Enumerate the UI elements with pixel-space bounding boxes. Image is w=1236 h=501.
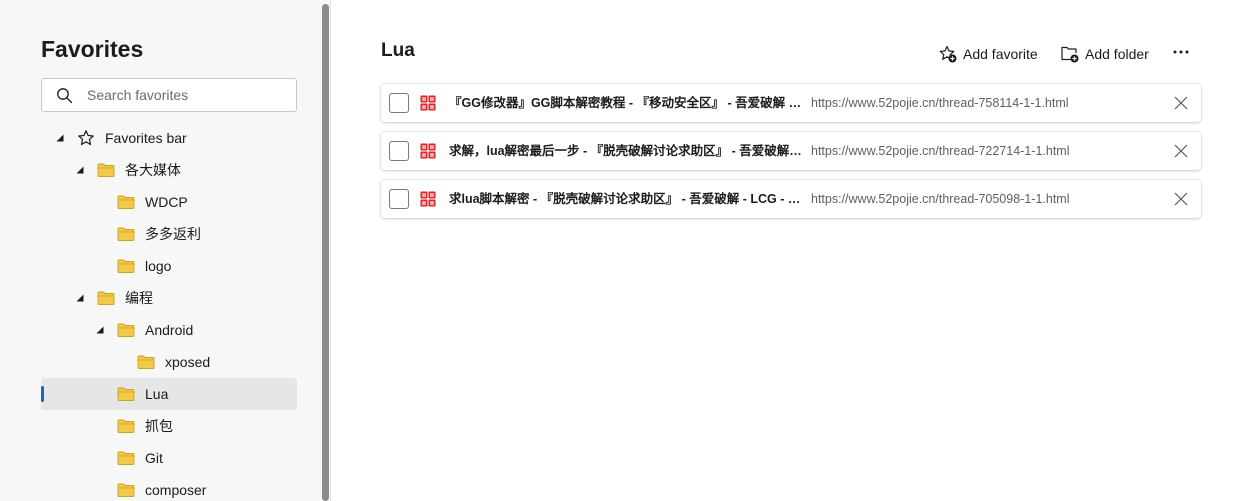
favorites-app: Favorites Favorites bar 各大媒体 WDCP 多多返利 logo 编…	[0, 0, 1236, 501]
tree-item[interactable]: WDCP	[41, 186, 297, 218]
tree-item-label: composer	[145, 482, 207, 498]
folder-icon	[117, 387, 135, 401]
add-folder-button[interactable]: Add folder	[1060, 42, 1149, 66]
favorite-title[interactable]: 『GG修改器』GG脚本解密教程 - 『移动安全区』 - 吾爱破解 - LC...	[449, 96, 804, 110]
site-favicon-icon	[420, 95, 436, 111]
tree-item-label: 抓包	[145, 418, 173, 434]
tree-item-label: xposed	[165, 354, 211, 370]
tree-item[interactable]: composer	[41, 474, 297, 501]
favorite-title[interactable]: 求解，lua解密最后一步 - 『脱壳破解讨论求助区』 - 吾爱破解 - L...	[449, 144, 804, 158]
tree-item[interactable]: 编程	[41, 282, 297, 314]
expanded-chevron-icon[interactable]	[95, 325, 105, 335]
folder-icon	[97, 291, 115, 305]
folder-title: Lua	[381, 40, 415, 61]
favorite-item[interactable]: 『GG修改器』GG脚本解密教程 - 『移动安全区』 - 吾爱破解 - LC...…	[381, 84, 1201, 122]
expanded-chevron-icon[interactable]	[75, 293, 85, 303]
tree-item[interactable]: Lua	[41, 378, 297, 410]
select-checkbox[interactable]	[389, 189, 409, 209]
tree-item[interactable]: Favorites bar	[41, 122, 297, 154]
site-favicon-icon	[420, 191, 436, 207]
tree-item[interactable]: xposed	[41, 346, 297, 378]
favorites-list: 『GG修改器』GG脚本解密教程 - 『移动安全区』 - 吾爱破解 - LC...…	[381, 84, 1201, 228]
close-icon[interactable]	[1174, 192, 1188, 206]
tree-item-label: Lua	[145, 386, 169, 402]
expanded-chevron-icon[interactable]	[75, 165, 85, 175]
folder-icon	[117, 451, 135, 465]
favorite-title[interactable]: 求lua脚本解密 - 『脱壳破解讨论求助区』 - 吾爱破解 - LCG - LS…	[449, 192, 804, 206]
favorite-url: https://www.52pojie.cn/thread-722714-1-1…	[811, 144, 1070, 158]
selection-indicator	[41, 386, 44, 402]
search-input[interactable]	[87, 79, 287, 111]
tree-item[interactable]: Git	[41, 442, 297, 474]
favorite-url: https://www.52pojie.cn/thread-705098-1-1…	[811, 192, 1070, 206]
tree-item-label: 各大媒体	[125, 162, 181, 178]
tree-item-label: 多多返利	[145, 226, 201, 242]
folder-icon	[137, 355, 155, 369]
sidebar-scrollbar[interactable]	[322, 4, 329, 501]
tree-item[interactable]: Android	[41, 314, 297, 346]
add-favorite-button[interactable]: Add favorite	[938, 42, 1038, 66]
more-horizontal-icon	[1173, 50, 1189, 54]
tree-item-label: Favorites bar	[105, 130, 187, 146]
add-favorite-label: Add favorite	[963, 46, 1038, 62]
main-pane: Lua Add favorite Add folder 『GG修改器』GG脚本解…	[331, 0, 1236, 501]
favorites-sidebar: Favorites Favorites bar 各大媒体 WDCP 多多返利 logo 编…	[0, 0, 330, 501]
tree-item-label: Git	[145, 450, 163, 466]
tree-item-label: logo	[145, 258, 172, 274]
folder-icon	[117, 195, 135, 209]
expanded-chevron-icon[interactable]	[55, 133, 65, 143]
favorites-tree: Favorites bar 各大媒体 WDCP 多多返利 logo 编程 Android xp…	[41, 122, 297, 501]
close-icon[interactable]	[1174, 144, 1188, 158]
tree-item[interactable]: logo	[41, 250, 297, 282]
add-folder-label: Add folder	[1085, 46, 1149, 62]
favorite-item[interactable]: 求解，lua解密最后一步 - 『脱壳破解讨论求助区』 - 吾爱破解 - L...…	[381, 132, 1201, 170]
folder-icon	[117, 323, 135, 337]
tree-item[interactable]: 多多返利	[41, 218, 297, 250]
favorite-item[interactable]: 求lua脚本解密 - 『脱壳破解讨论求助区』 - 吾爱破解 - LCG - LS…	[381, 180, 1201, 218]
more-options-button[interactable]	[1169, 40, 1193, 64]
site-favicon-icon	[420, 143, 436, 159]
tree-item-label: Android	[145, 322, 194, 338]
sidebar-title: Favorites	[41, 36, 144, 62]
select-checkbox[interactable]	[389, 141, 409, 161]
tree-item-label: 编程	[125, 290, 153, 306]
tree-item-label: WDCP	[145, 194, 188, 210]
folder-icon	[117, 419, 135, 433]
star-add-icon	[939, 45, 957, 63]
close-icon[interactable]	[1174, 96, 1188, 110]
search-icon	[57, 88, 73, 104]
favorite-url: https://www.52pojie.cn/thread-758114-1-1…	[811, 96, 1069, 110]
folder-icon	[97, 163, 115, 177]
folder-icon	[117, 227, 135, 241]
folder-icon	[117, 483, 135, 497]
search-box[interactable]	[41, 78, 297, 112]
select-checkbox[interactable]	[389, 93, 409, 113]
tree-item[interactable]: 各大媒体	[41, 154, 297, 186]
tree-item[interactable]: 抓包	[41, 410, 297, 442]
folder-add-icon	[1061, 46, 1079, 63]
star-icon	[78, 130, 94, 146]
folder-icon	[117, 259, 135, 273]
